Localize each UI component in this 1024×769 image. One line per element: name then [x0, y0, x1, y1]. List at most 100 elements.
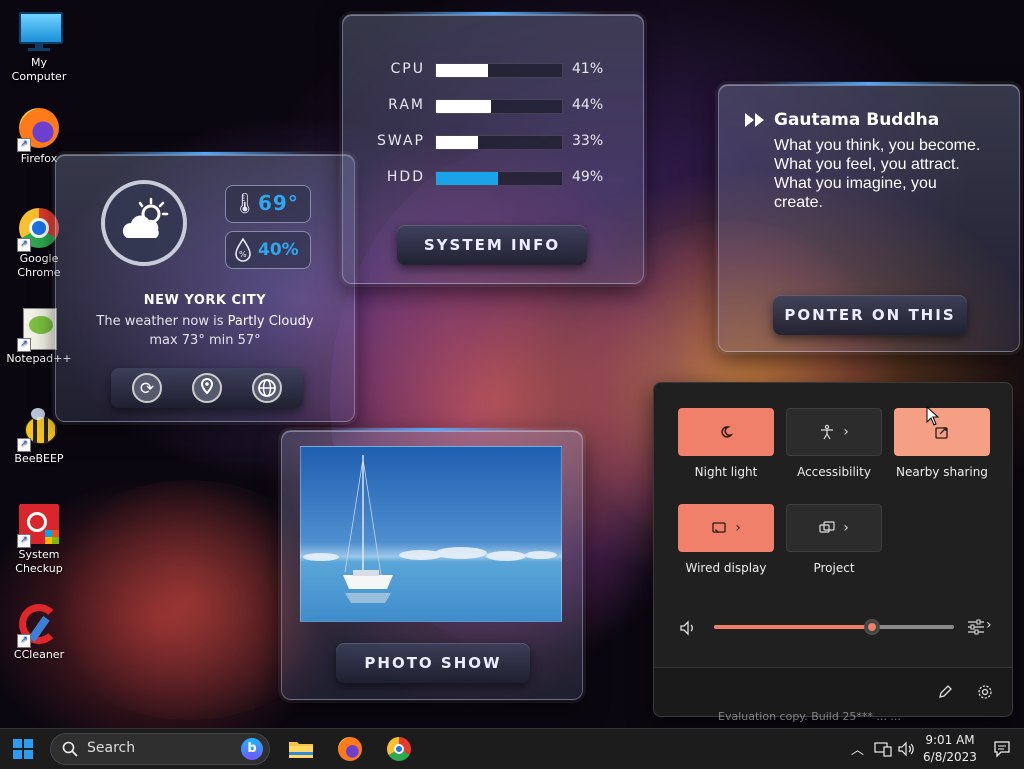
clock[interactable]: 9:01 AM 6/8/2023: [922, 732, 978, 766]
desktop-icon-label: Firefox: [20, 152, 58, 165]
chrome-taskbar-button[interactable]: [385, 735, 413, 763]
audio-output-button[interactable]: ›: [966, 617, 994, 638]
thermometer-icon: 🌡: [232, 191, 258, 215]
weather-minmax: max 73° min 57°: [149, 333, 261, 348]
weather-description-prefix: The weather now is: [96, 314, 228, 329]
location-button[interactable]: [192, 373, 222, 403]
system-info-button[interactable]: SYSTEM INFO: [397, 225, 587, 265]
volume-slider-thumb[interactable]: [864, 619, 881, 635]
night-light-tile[interactable]: [678, 408, 774, 456]
edit-pencil-icon[interactable]: [937, 684, 953, 700]
firefox-icon: ↗: [17, 106, 61, 152]
photo-widget: PHOTO SHOW: [281, 428, 583, 700]
chevron-up-icon[interactable]: ︿: [851, 739, 864, 758]
nearby-sharing-tile[interactable]: [894, 408, 990, 456]
start-button[interactable]: [9, 735, 37, 763]
sys-row-swap: SWAP 33%: [373, 131, 608, 151]
location-pin-icon: [200, 377, 214, 395]
volume-slider[interactable]: [714, 619, 954, 635]
humidity-box: % 40%: [225, 231, 311, 269]
firefox-taskbar-button[interactable]: [336, 735, 364, 763]
refresh-icon: ⟳: [139, 379, 155, 399]
firefox-icon: [338, 737, 362, 761]
notification-icon[interactable]: [993, 740, 1011, 758]
file-explorer-button[interactable]: [287, 735, 315, 763]
shortcut-arrow-icon: ↗: [17, 438, 31, 452]
sys-value: 33%: [572, 133, 604, 149]
volume-icon[interactable]: [898, 741, 914, 757]
photo-image: [300, 446, 562, 622]
windows-logo-icon: [13, 739, 33, 759]
globe-button[interactable]: [252, 373, 282, 403]
clock-time: 9:01 AM: [925, 733, 975, 747]
audio-mixer-icon: [968, 619, 984, 635]
quick-settings-footer: [654, 667, 1012, 716]
sys-label: CPU: [390, 61, 425, 77]
chevron-right-icon: ›: [735, 520, 741, 536]
desktop-icon-my-computer[interactable]: My Computer: [4, 10, 74, 84]
system-checkup-icon: ↗: [17, 502, 61, 548]
quick-settings-panel: Night light › Accessibility Nearby shari…: [653, 382, 1013, 717]
sys-label: RAM: [388, 97, 425, 113]
network-icon[interactable]: [874, 741, 892, 757]
weather-description: The weather now is Partly Cloudy: [56, 314, 354, 329]
globe-icon: [258, 379, 276, 397]
sys-bar-fill: [436, 172, 498, 185]
desktop-icon-ccleaner[interactable]: ↗ CCleaner: [4, 602, 74, 662]
sys-value: 49%: [572, 169, 604, 185]
search-placeholder: Search: [87, 740, 136, 756]
svg-text:%: %: [239, 250, 247, 259]
desktop-icon-label: BeeBEEP: [14, 452, 64, 465]
sys-bar: [435, 135, 563, 150]
accessibility-icon: [821, 424, 834, 440]
chevron-right-icon: ›: [986, 617, 992, 633]
sys-label: HDD: [386, 169, 425, 185]
shortcut-arrow-icon: ↗: [17, 338, 31, 352]
sys-row-cpu: CPU 41%: [373, 59, 608, 79]
sys-bar-fill: [436, 100, 492, 113]
mouse-cursor-icon: [926, 406, 940, 426]
project-tile[interactable]: ›: [786, 504, 882, 552]
partly-cloudy-icon: [122, 197, 169, 238]
settings-gear-icon[interactable]: [977, 684, 993, 700]
fast-forward-icon: [745, 113, 764, 127]
chevron-right-icon: ›: [843, 424, 849, 440]
humidity-drop-icon: %: [235, 238, 251, 262]
speaker-icon[interactable]: [679, 620, 697, 636]
qs-label: Night light: [694, 465, 758, 479]
taskbar: Search b ︿ 9:01 AM 6/8/2023: [0, 728, 1024, 769]
weather-condition-badge: [101, 180, 187, 266]
desktop-icon-label: CCleaner: [13, 648, 65, 661]
weather-button-bar: ⟳: [111, 368, 303, 408]
sys-row-hdd: HDD 49%: [373, 167, 608, 187]
monitor-icon: [17, 10, 63, 54]
qs-label: Project: [813, 561, 855, 575]
quote-widget: Gautama Buddha What you think, you becom…: [718, 82, 1020, 352]
shortcut-arrow-icon: ↗: [17, 138, 31, 152]
accessibility-tile[interactable]: ›: [786, 408, 882, 456]
quote-text: What you think, you become. What you fee…: [774, 137, 981, 211]
sys-bar: [435, 99, 563, 114]
desktop-icon-label: System Checkup: [15, 548, 63, 575]
sys-bar: [435, 171, 563, 186]
sys-bar: [435, 63, 563, 78]
night-light-icon: [721, 426, 734, 438]
photo-show-button[interactable]: PHOTO SHOW: [336, 643, 530, 683]
sailboat-photo: [303, 455, 557, 603]
sys-bar-fill: [436, 64, 488, 77]
desktop-icon-system-checkup[interactable]: ↗ System Checkup: [4, 502, 74, 576]
city-name: NEW YORK CITY: [143, 293, 267, 308]
wired-display-tile[interactable]: ›: [678, 504, 774, 552]
qs-label: Nearby sharing: [896, 465, 988, 479]
bing-icon[interactable]: b: [241, 738, 263, 760]
humidity-value: 40%: [258, 240, 299, 260]
shortcut-arrow-icon: ↗: [17, 534, 31, 548]
qs-label: Wired display: [685, 561, 767, 575]
taskbar-search-box[interactable]: Search b: [50, 733, 270, 765]
sys-value: 44%: [572, 97, 604, 113]
shortcut-arrow-icon: ↗: [17, 634, 31, 648]
refresh-button[interactable]: ⟳: [132, 373, 162, 403]
clock-date: 6/8/2023: [923, 750, 977, 764]
quote-author: Gautama Buddha: [774, 110, 940, 130]
ponder-button[interactable]: PONTER ON THIS: [773, 295, 967, 335]
